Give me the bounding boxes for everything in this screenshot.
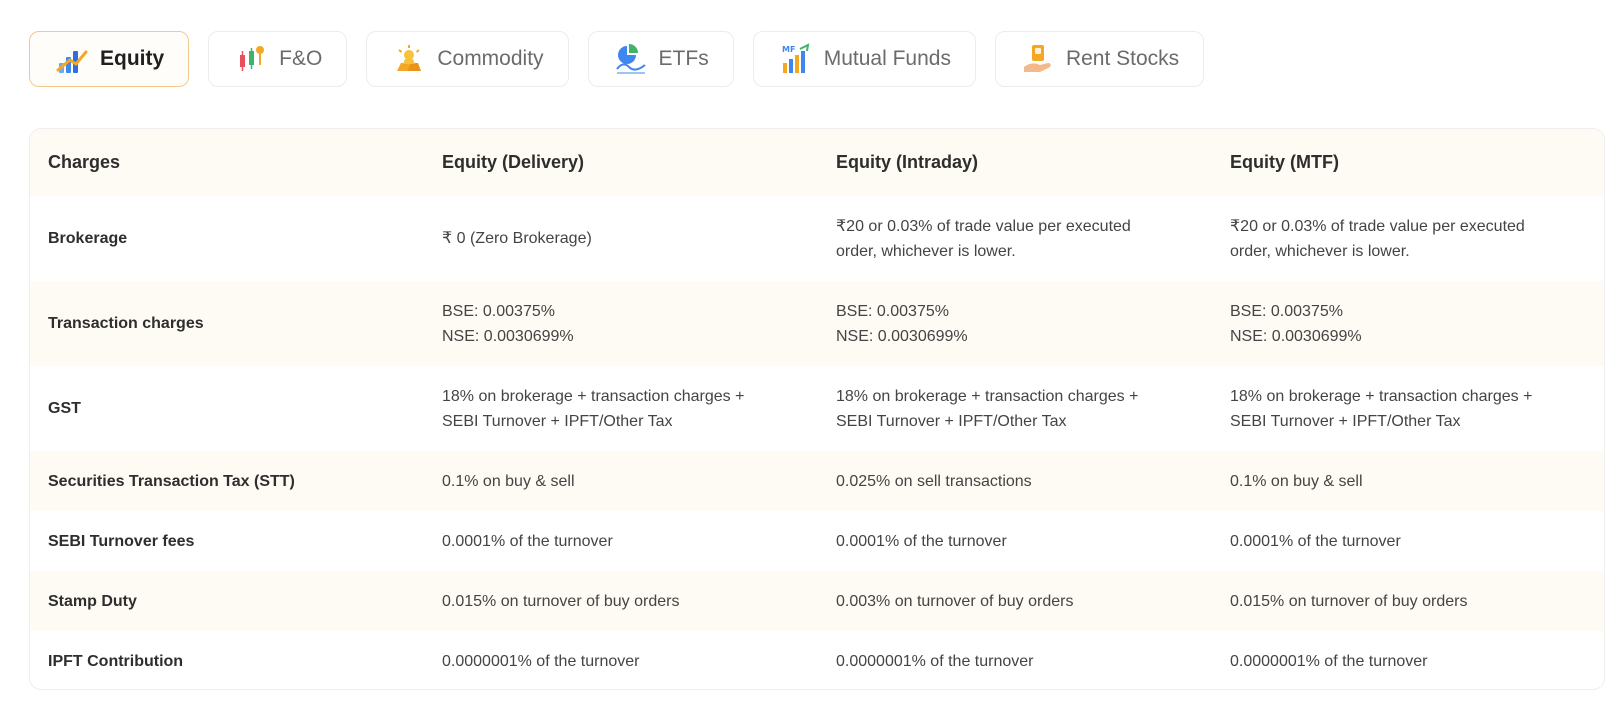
table-row: Stamp Duty 0.015% on turnover of buy orde… [30,571,1604,631]
row-label: GST [48,400,81,417]
cell-text-line: order, whichever is lower. [1230,242,1410,260]
tab-etfs[interactable]: ETFs [587,31,734,87]
table-cell: 0.025% on sell transactions [818,451,1212,511]
cell-text-line: BSE: 0.00375% [1230,302,1343,320]
table-header-row: Charges Equity (Delivery) Equity (Intrad… [30,129,1604,196]
table-cell: 0.0000001% of the turnover [818,631,1212,689]
cell-text-line: 0.0000001% of the turnover [1230,652,1428,670]
charges-table-container: Charges Equity (Delivery) Equity (Intrad… [29,128,1605,690]
tab-equity[interactable]: Equity [29,31,190,87]
cell-text-line: BSE: 0.00375% [836,302,949,320]
cell-text-line: 18% on brokerage + transaction charges + [1230,387,1533,405]
table-cell: 0.015% on turnover of buy orders [1212,571,1604,631]
cell-text-line: 0.0001% of the turnover [1230,532,1401,550]
row-label: SEBI Turnover fees [48,532,195,550]
table-cell: ₹20 or 0.03% of trade value per executed… [1212,196,1604,281]
rent-stocks-hand-icon [1023,45,1051,72]
cell-text-line: 0.0001% of the turnover [836,532,1007,550]
cell-text-line: SEBI Turnover + IPFT/Other Tax [1230,412,1461,430]
cell-text-line: 18% on brokerage + transaction charges + [442,387,745,405]
row-label: Brokerage [48,230,128,247]
product-tabs: Equity F&O Commodity ETFs MF Mutual Fund… [29,31,1205,87]
tab-etfs-label: ETFs [658,47,709,70]
tab-rent-stocks[interactable]: Rent Stocks [994,31,1205,87]
table-cell: 18% on brokerage + transaction charges +… [1212,366,1604,451]
table-cell: 18% on brokerage + transaction charges +… [424,366,818,451]
header-equity-delivery: Equity (Delivery) [442,152,585,172]
table-cell: BSE: 0.00375% NSE: 0.0030699% [424,281,818,366]
table-cell: 0.0000001% of the turnover [1212,631,1604,689]
cell-text-line: 0.0001% of the turnover [442,532,613,550]
cell-text-line: NSE: 0.0030699% [442,327,574,345]
row-label: Securities Transaction Tax (STT) [48,472,295,490]
mutual-funds-bars-icon: MF [782,43,810,73]
cell-text-line: 0.1% on buy & sell [1230,472,1363,490]
table-body: Brokerage ₹ 0 (Zero Brokerage) ₹20 or 0.03… [30,196,1604,689]
table-row: Brokerage ₹ 0 (Zero Brokerage) ₹20 or 0.03… [30,196,1604,281]
tab-commodity-label: Commodity [437,47,544,70]
row-label: IPFT Contribution [48,652,184,670]
cell-text-line: ₹20 or 0.03% of trade value per executed [836,217,1131,235]
cell-text-line: BSE: 0.00375% [442,302,555,320]
cell-text-line: 0.0000001% of the turnover [442,652,640,670]
header-charges: Charges [48,152,121,172]
cell-text-line: order, whichever is lower. [836,242,1016,260]
cell-text-line: 18% on brokerage + transaction charges + [836,387,1139,405]
table-cell: 18% on brokerage + transaction charges +… [818,366,1212,451]
cell-text-line: 0.015% on turnover of buy orders [1230,592,1468,610]
cell-text-line: NSE: 0.0030699% [836,327,968,345]
table-cell: 0.1% on buy & sell [424,451,818,511]
cell-text-line: ₹20 or 0.03% of trade value per executed [1230,217,1525,235]
cell-text-line: 0.003% on turnover of buy orders [836,592,1074,610]
equity-chart-icon [56,50,88,73]
table-cell: 0.0001% of the turnover [818,511,1212,571]
table-cell: BSE: 0.00375% NSE: 0.0030699% [1212,281,1604,366]
table-row: SEBI Turnover fees 0.0001% of the turnove… [30,511,1604,571]
fno-candles-icon [240,46,265,71]
charges-table: Charges Equity (Delivery) Equity (Intrad… [30,129,1604,689]
cell-text-line: 0.1% on buy & sell [442,472,575,490]
table-cell: 0.0001% of the turnover [1212,511,1604,571]
svg-text:MF: MF [782,45,795,54]
table-cell: 0.0000001% of the turnover [424,631,818,689]
header-equity-intraday: Equity (Intraday) [836,152,979,172]
cell-text-line: SEBI Turnover + IPFT/Other Tax [836,412,1067,430]
cell-text-line: 0.0000001% of the turnover [836,652,1034,670]
table-row: IPFT Contribution 0.0000001% of the turno… [30,631,1604,689]
row-label: Transaction charges [48,315,204,332]
table-cell: 0.1% on buy & sell [1212,451,1604,511]
tab-fno-label: F&O [279,47,323,70]
etf-pie-icon [615,44,646,74]
cell-text-line: 0.025% on sell transactions [836,472,1032,490]
tab-rent-stocks-label: Rent Stocks [1065,47,1180,70]
table-cell: ₹ 0 (Zero Brokerage) [424,196,818,281]
table-cell: 0.0001% of the turnover [424,511,818,571]
table-row: GST 18% on brokerage + transaction charge… [30,366,1604,451]
cell-text-line: NSE: 0.0030699% [1230,327,1362,345]
table-cell: 0.015% on turnover of buy orders [424,571,818,631]
cell-text-line: 0.015% on turnover of buy orders [442,592,680,610]
tab-commodity[interactable]: Commodity [366,31,569,87]
table-cell: ₹20 or 0.03% of trade value per executed… [818,196,1212,281]
tab-fno[interactable]: F&O [208,31,348,87]
table-row: Transaction charges BSE: 0.00375% NSE: 0.0… [30,281,1604,366]
tab-mutual-funds[interactable]: MF Mutual Funds [752,31,976,87]
row-label: Stamp Duty [48,592,137,610]
cell-text-line: ₹ 0 (Zero Brokerage) [442,230,592,247]
commodity-gold-icon [397,45,422,71]
header-equity-mtf: Equity (MTF) [1230,152,1339,172]
cell-text-line: SEBI Turnover + IPFT/Other Tax [442,412,673,430]
tab-equity-label: Equity [100,47,165,70]
tab-mutual-funds-label: Mutual Funds [823,47,951,70]
table-cell: 0.003% on turnover of buy orders [818,571,1212,631]
table-cell: BSE: 0.00375% NSE: 0.0030699% [818,281,1212,366]
table-row: Securities Transaction Tax (STT) 0.1% on … [30,451,1604,511]
